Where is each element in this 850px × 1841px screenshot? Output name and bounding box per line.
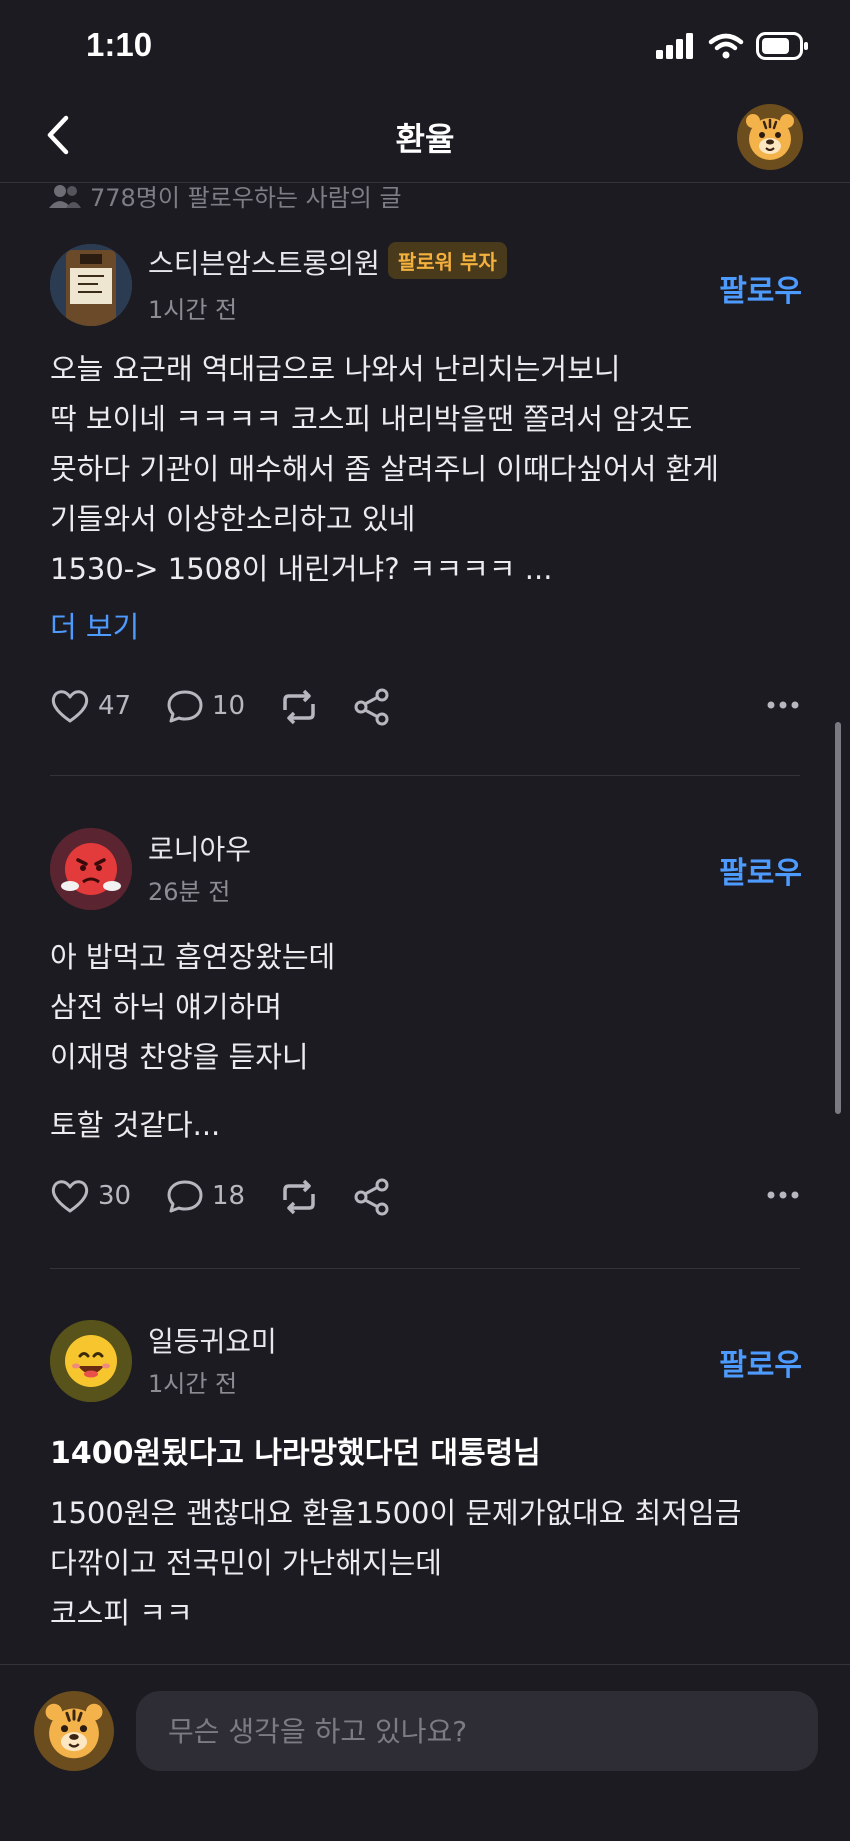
smiley-face-icon xyxy=(50,1320,132,1402)
post-divider xyxy=(50,775,800,776)
like-count: 47 xyxy=(98,691,132,721)
heart-icon xyxy=(51,690,89,723)
navigation-bar: 환율 xyxy=(0,96,850,183)
post-1: 스티븐암스트롱의원 팔로워 부자 1시간 전 팔로우 오늘 요근래 역대급으로 나… xyxy=(0,236,850,776)
people-icon xyxy=(49,184,81,208)
post-divider xyxy=(50,1268,800,1269)
post-time: 1시간 전 xyxy=(148,296,238,324)
author-avatar[interactable] xyxy=(50,828,132,910)
share-icon xyxy=(354,688,389,726)
author-avatar[interactable] xyxy=(50,1320,132,1402)
bottle-photo-icon xyxy=(50,244,132,326)
repost-icon xyxy=(283,1179,315,1215)
see-more-link[interactable]: 더 보기 xyxy=(50,604,139,646)
follow-button[interactable]: 팔로우 xyxy=(719,1340,802,1384)
content-line: 이재명 찬양을 듣자니 xyxy=(50,1040,309,1074)
author-avatar[interactable] xyxy=(50,244,132,326)
tiger-face-icon xyxy=(45,1703,103,1759)
status-icons xyxy=(656,32,810,60)
comment-button[interactable]: 10 xyxy=(166,688,245,724)
content-line: 딱 보이네 ㅋㅋㅋㅋ 코스피 내리박을땐 쫄려서 암것도 xyxy=(50,402,693,436)
comment-bubble-icon xyxy=(167,1180,203,1213)
repost-icon xyxy=(283,689,315,725)
author-name[interactable]: 일등귀요미 xyxy=(148,1320,277,1360)
content-line: 오늘 요근래 역대급으로 나와서 난리치는거보니 xyxy=(50,352,621,386)
post-time: 1시간 전 xyxy=(148,1370,238,1398)
profile-avatar[interactable] xyxy=(737,104,803,170)
follow-button[interactable]: 팔로우 xyxy=(719,848,802,892)
repost-button[interactable] xyxy=(278,688,320,726)
comment-count: 10 xyxy=(212,691,246,721)
compose-input[interactable] xyxy=(136,1691,818,1771)
like-button[interactable]: 30 xyxy=(50,1178,131,1214)
comment-button[interactable]: 18 xyxy=(166,1178,245,1214)
post-actions: 47 10 xyxy=(50,688,800,732)
share-icon xyxy=(354,1178,389,1216)
share-button[interactable] xyxy=(352,1178,392,1216)
tiger-face-icon xyxy=(746,114,794,160)
post-title: 1400원됬다고 나라망했다던 대통령님 xyxy=(50,1436,541,1471)
comment-bubble-icon xyxy=(167,690,203,723)
more-options-icon[interactable] xyxy=(766,700,800,710)
status-time: 1:10 xyxy=(86,26,153,63)
share-button[interactable] xyxy=(352,688,392,726)
post-time: 26분 전 xyxy=(148,878,231,906)
post-3: 일등귀요미 1시간 전 팔로우 1400원됬다고 나라망했다던 대통령님 150… xyxy=(0,1316,850,1666)
more-options-icon[interactable] xyxy=(766,1190,800,1200)
composer-bar xyxy=(0,1664,850,1841)
post-2: 로니아우 26분 전 팔로우 아 밥먹고 흡연장왔는데 삼전 하닉 얘기하며 이… xyxy=(0,824,850,1264)
author-name[interactable]: 스티븐암스트롱의원 팔로워 부자 xyxy=(148,242,507,282)
followers-note-text: 778명이 팔로우하는 사람의 글 xyxy=(90,184,402,212)
author-name[interactable]: 로니아우 xyxy=(148,828,251,868)
content-line: 토할 것같다... xyxy=(50,1108,221,1142)
content-line: 1500원은 괜찮대요 환율1500이 문제가없대요 최저임금 xyxy=(50,1496,742,1530)
scrollbar[interactable] xyxy=(835,722,841,1114)
post-content: 아 밥먹고 흡연장왔는데 삼전 하닉 얘기하며 이재명 찬양을 듣자니 토할 것… xyxy=(50,932,810,1150)
battery-icon xyxy=(756,32,808,60)
like-count: 30 xyxy=(98,1181,132,1211)
angry-face-icon xyxy=(50,828,132,910)
repost-button[interactable] xyxy=(278,1178,320,1216)
heart-icon xyxy=(51,1180,89,1213)
follower-badge: 팔로워 부자 xyxy=(387,242,507,279)
content-line: 코스피 ㅋㅋ xyxy=(50,1596,193,1630)
comment-count: 18 xyxy=(212,1181,246,1211)
content-line: 기들와서 이상한소리하고 있네 xyxy=(50,502,416,536)
page-title: 환율 xyxy=(395,120,455,158)
followers-note: 778명이 팔로우하는 사람의 글 xyxy=(48,178,402,213)
wifi-icon xyxy=(708,33,744,59)
my-avatar[interactable] xyxy=(34,1691,114,1771)
post-content: 오늘 요근래 역대급으로 나와서 난리치는거보니 딱 보이네 ㅋㅋㅋㅋ 코스피 … xyxy=(50,344,810,594)
cellular-signal-icon xyxy=(656,33,693,59)
post-actions: 30 18 xyxy=(50,1178,800,1222)
status-bar: 1:10 xyxy=(0,0,850,96)
follow-button[interactable]: 팔로우 xyxy=(719,266,802,310)
content-line: 1530-> 1508이 내린거냐? ㅋㅋㅋㅋ ... xyxy=(50,552,553,586)
like-button[interactable]: 47 xyxy=(50,688,131,724)
content-line: 아 밥먹고 흡연장왔는데 xyxy=(50,940,336,974)
post-content: 1500원은 괜찮대요 환율1500이 문제가없대요 최저임금 다깎이고 전국민… xyxy=(50,1488,810,1638)
content-line: 다깎이고 전국민이 가난해지는데 xyxy=(50,1546,442,1580)
content-line: 삼전 하닉 얘기하며 xyxy=(50,990,282,1024)
content-line: 못하다 기관이 매수해서 좀 살려주니 이때다싶어서 환게 xyxy=(50,452,719,486)
author-name-text: 스티븐암스트롱의원 xyxy=(148,247,380,280)
